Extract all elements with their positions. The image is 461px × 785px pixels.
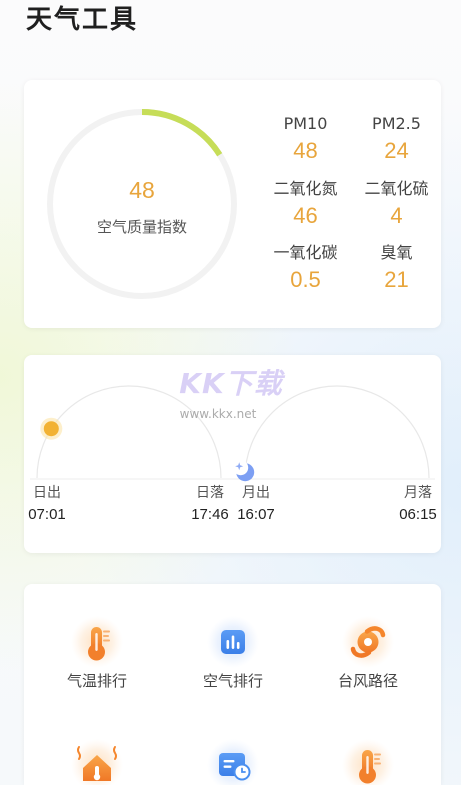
pollutant-value: 46: [293, 202, 318, 228]
page-title: 天气工具: [26, 5, 139, 35]
air-quality-card: 48 空气质量指数 PM10 48 PM2.5 24 二氧化氮 46 二氧化硫 …: [24, 80, 441, 328]
moonset-label: 月落: [404, 485, 432, 501]
pollutant-grid: PM10 48 PM2.5 24 二氧化氮 46 二氧化硫 4 一氧化碳 0.5…: [260, 112, 442, 295]
house-heat-icon: [71, 739, 123, 785]
moonrise-time: 16:07: [237, 506, 275, 523]
typhoon-icon: [342, 616, 394, 668]
pollutant-value: 24: [384, 138, 409, 163]
sun-moon-card: 日出 07:01 日落 17:46 月出 16:07 月落 06:15: [24, 355, 441, 553]
thermometer-icon: [342, 739, 394, 785]
calendar-clock-icon: [207, 739, 259, 785]
pollutant-value: 4: [390, 202, 403, 228]
aqi-value: 48: [129, 177, 155, 203]
pollutant-label: 臭氧: [380, 243, 413, 262]
moon-icon: [233, 460, 255, 482]
pollutant-label: 二氧化氮: [273, 178, 338, 198]
tool-air-ranking[interactable]: 空气排行: [173, 616, 293, 691]
tool-temperature-ranking[interactable]: 气温排行: [37, 616, 157, 691]
pollutant-co: 一氧化碳 0.5: [260, 241, 351, 295]
pollutant-value: 0.5: [290, 267, 321, 292]
sunrise-time: 07:01: [28, 506, 66, 523]
tool-typhoon-path[interactable]: 台风路径: [308, 616, 428, 691]
pollutant-label: PM2.5: [372, 114, 421, 133]
tool-house-heat[interactable]: [37, 739, 157, 785]
sunset-time: 17:46: [191, 506, 229, 523]
aqi-gauge: [47, 109, 237, 299]
pollutant-label: PM10: [283, 114, 328, 133]
pollutant-label: 二氧化硫: [364, 178, 429, 198]
pollutant-value: 21: [384, 267, 409, 292]
tool-label: 台风路径: [337, 672, 398, 690]
thermometer-icon: [71, 616, 123, 668]
pollutant-label: 一氧化碳: [273, 243, 338, 262]
moonrise-label: 月出: [242, 485, 270, 501]
tool-thermometer-2[interactable]: [308, 739, 428, 785]
pollutant-o3: 臭氧 21: [351, 241, 442, 295]
sunrise-label: 日出: [33, 485, 61, 501]
pollutant-pm10: PM10 48: [260, 112, 351, 166]
pollutant-pm25: PM2.5 24: [351, 112, 442, 166]
pollutant-value: 48: [293, 138, 318, 163]
moon-arc: [244, 385, 430, 479]
moonset-time: 06:15: [399, 506, 437, 523]
sun-arc: [36, 385, 222, 479]
aqi-label: 空气质量指数: [96, 218, 187, 236]
pollutant-so2: 二氧化硫 4: [351, 177, 442, 231]
tool-calendar-clock[interactable]: [173, 739, 293, 785]
pollutant-no2: 二氧化氮 46: [260, 177, 351, 231]
tool-label: 空气排行: [202, 672, 263, 690]
sun-icon: [40, 417, 63, 440]
tool-label: 气温排行: [66, 672, 127, 690]
sunset-label: 日落: [196, 485, 224, 501]
air-chart-icon: [207, 616, 259, 668]
tools-card: 气温排行 空气排行 台风路径: [24, 584, 441, 785]
